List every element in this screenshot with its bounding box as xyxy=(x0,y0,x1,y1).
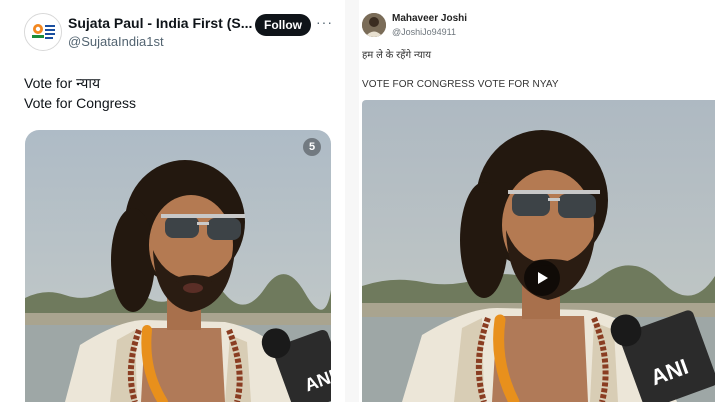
video-caption: VOTE FOR CONGRESS VOTE FOR NYAY xyxy=(362,79,559,90)
right-tweet: Mahaveer Joshi @JoshiJo94911 हम ले के रह… xyxy=(359,0,715,402)
follow-button[interactable]: Follow xyxy=(255,14,311,36)
party-logo-avatar[interactable] xyxy=(24,13,62,51)
user-avatar[interactable] xyxy=(362,13,386,37)
display-name[interactable]: Mahaveer Joshi xyxy=(392,13,467,24)
tweet-video[interactable]: ANI 5 xyxy=(25,130,331,402)
tweet-text: हम ले के रहेंगे न्याय xyxy=(362,50,432,61)
video-frame: ANI xyxy=(362,100,715,402)
more-options-icon[interactable]: ··· xyxy=(316,14,333,30)
handle[interactable]: @JoshiJo94911 xyxy=(392,27,456,37)
left-tweet: Sujata Paul - India First (S... @SujataI… xyxy=(0,0,345,402)
video-badge-icon[interactable]: 5 xyxy=(303,138,321,156)
tweet-video[interactable]: ANI xyxy=(362,100,715,402)
handle[interactable]: @SujataIndia1st xyxy=(68,34,164,49)
display-name[interactable]: Sujata Paul - India First (S... xyxy=(68,15,269,31)
tweet-text-line: Vote for Congress xyxy=(24,95,137,111)
display-name-text: Sujata Paul - India First (S... xyxy=(68,15,253,31)
tweet-text: Vote for न्याय Vote for Congress xyxy=(24,73,136,113)
tweet-text-line: Vote for न्याय xyxy=(24,75,101,91)
panel-divider xyxy=(345,0,359,402)
video-frame: ANI xyxy=(25,130,331,402)
play-icon[interactable] xyxy=(524,260,560,296)
